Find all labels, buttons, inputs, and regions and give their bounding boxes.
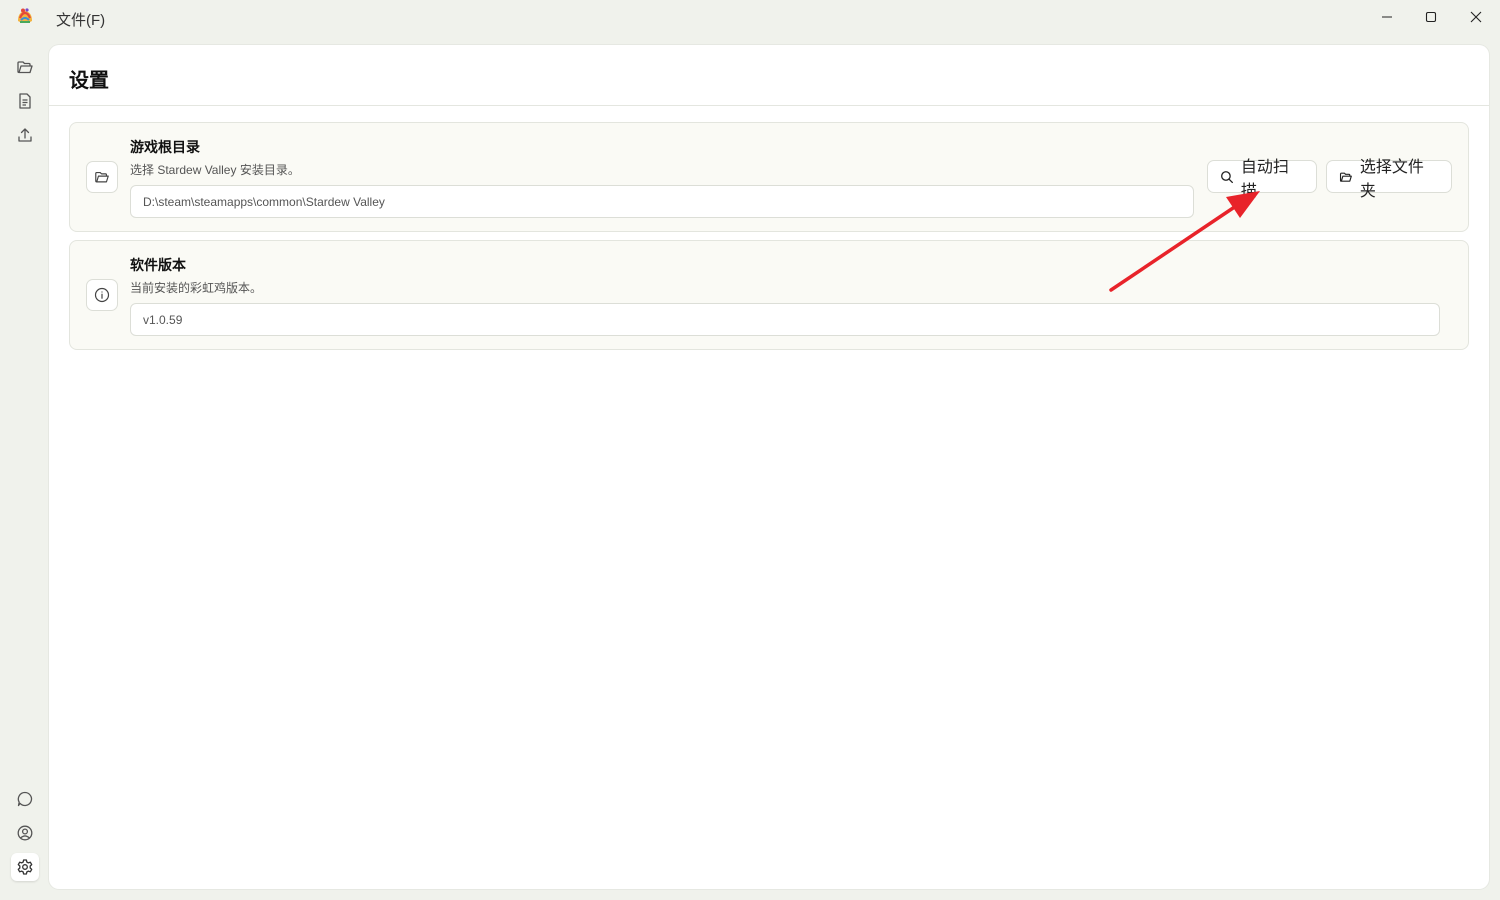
page-title: 设置 — [69, 70, 109, 92]
main-panel: 设置 游戏根目录 选择 Stardew Valley 安装目录。 自动扫描 — [49, 45, 1489, 889]
nav-user-button[interactable] — [14, 822, 36, 844]
game-dir-title: 游戏根目录 — [130, 139, 200, 155]
upload-icon — [18, 128, 32, 142]
folder-icon — [1339, 172, 1352, 182]
auto-scan-button[interactable]: 自动扫描 — [1207, 159, 1317, 200]
nav-folder-button[interactable] — [14, 56, 36, 78]
maximize-button[interactable] — [1408, 0, 1454, 34]
choose-folder-button[interactable]: 选择文件夹 — [1326, 159, 1452, 200]
nav-settings-button[interactable] — [11, 853, 39, 881]
version-description: 当前安装的彩虹鸡版本。 — [130, 281, 263, 295]
app-logo-icon — [18, 8, 32, 23]
nav-chat-button[interactable] — [14, 788, 36, 810]
search-icon — [1221, 170, 1233, 183]
info-icon — [94, 287, 110, 303]
version-field — [130, 303, 1440, 336]
minimize-icon — [1382, 16, 1392, 18]
title-divider — [49, 105, 1489, 106]
close-button[interactable] — [1453, 0, 1499, 34]
document-icon — [19, 93, 31, 109]
folder-icon — [17, 61, 33, 74]
nav-document-button[interactable] — [14, 90, 36, 112]
game-dir-input[interactable] — [130, 185, 1194, 218]
menu-file[interactable]: 文件(F) — [56, 9, 105, 30]
game-dir-description: 选择 Stardew Valley 安装目录。 — [130, 163, 300, 177]
auto-scan-label: 自动扫描 — [1240, 158, 1289, 200]
minimize-button[interactable] — [1364, 0, 1410, 34]
version-card: 软件版本 当前安装的彩虹鸡版本。 — [69, 240, 1469, 350]
version-icon-box — [86, 279, 118, 311]
game-dir-icon-box — [86, 161, 118, 193]
app-window: 文件(F) 设置 游戏根目录 选择 Stardew Valley 安装目录。 D… — [0, 0, 1500, 900]
version-title: 软件版本 — [130, 257, 186, 273]
close-icon — [1470, 11, 1482, 23]
folder-icon — [95, 171, 109, 183]
gear-icon — [17, 859, 33, 875]
title-bar: 文件(F) — [0, 0, 1500, 36]
maximize-icon — [1425, 11, 1437, 23]
game-dir-card: 游戏根目录 选择 Stardew Valley 安装目录。 自动扫描 选择文件夹 — [69, 122, 1469, 232]
user-icon — [17, 825, 33, 841]
chat-icon — [17, 791, 33, 807]
nav-upload-button[interactable] — [14, 124, 36, 146]
choose-folder-label: 选择文件夹 — [1359, 158, 1424, 200]
